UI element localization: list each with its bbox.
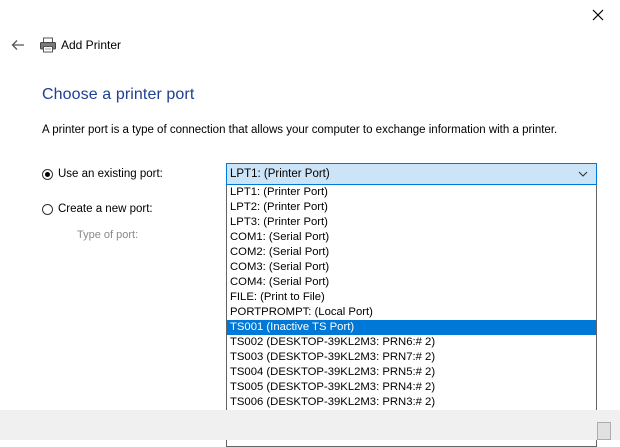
back-button[interactable] <box>9 36 27 54</box>
printer-icon <box>40 37 56 53</box>
close-button[interactable] <box>586 4 610 26</box>
existing-port-dropdown[interactable]: LPT1: (Printer Port) <box>226 163 597 185</box>
existing-port-value: LPT1: (Printer Port) <box>230 168 330 180</box>
close-icon <box>592 9 604 21</box>
chevron-down-icon[interactable] <box>574 165 592 183</box>
port-option[interactable]: LPT3: (Printer Port) <box>227 215 596 230</box>
type-of-port-label: Type of port: <box>77 229 139 241</box>
port-option[interactable]: FILE: (Print to File) <box>227 290 596 305</box>
bottom-button-bar <box>0 410 620 440</box>
port-option[interactable]: TS001 (Inactive TS Port) <box>227 320 596 335</box>
port-option[interactable]: COM3: (Serial Port) <box>227 260 596 275</box>
port-option[interactable]: LPT1: (Printer Port) <box>227 185 596 200</box>
use-existing-port-label: Use an existing port: <box>58 168 163 180</box>
radio-indicator-checked[interactable] <box>42 168 53 180</box>
port-option[interactable]: LPT2: (Printer Port) <box>227 200 596 215</box>
port-option[interactable]: COM1: (Serial Port) <box>227 230 596 245</box>
port-option[interactable]: TS002 (DESKTOP-39KL2M3: PRN6:# 2) <box>227 335 596 350</box>
back-arrow-icon <box>11 40 24 50</box>
create-new-port-label: Create a new port: <box>58 203 153 215</box>
page-title: Choose a printer port <box>42 86 195 103</box>
port-option[interactable]: TS006 (DESKTOP-39KL2M3: PRN3:# 2) <box>227 395 596 410</box>
create-new-port-radio[interactable]: Create a new port: <box>42 203 153 215</box>
add-printer-window: Add Printer Choose a printer port A prin… <box>0 0 620 447</box>
radio-indicator-unchecked[interactable] <box>42 203 53 215</box>
port-option[interactable]: TS004 (DESKTOP-39KL2M3: PRN5:# 2) <box>227 365 596 380</box>
port-option[interactable]: PORTPROMPT: (Local Port) <box>227 305 596 320</box>
port-option[interactable]: TS003 (DESKTOP-39KL2M3: PRN7:# 2) <box>227 350 596 365</box>
port-option[interactable]: COM2: (Serial Port) <box>227 245 596 260</box>
next-button-partial[interactable] <box>597 422 611 440</box>
window-title: Add Printer <box>39 36 121 54</box>
window-title-text: Add Printer <box>61 38 122 52</box>
port-option[interactable]: TS005 (DESKTOP-39KL2M3: PRN4:# 2) <box>227 380 596 395</box>
description-text: A printer port is a type of connection t… <box>42 124 558 136</box>
use-existing-port-radio[interactable]: Use an existing port: <box>42 168 163 180</box>
port-options-list[interactable]: LPT1: (Printer Port) LPT2: (Printer Port)… <box>226 185 597 447</box>
port-option[interactable]: COM4: (Serial Port) <box>227 275 596 290</box>
